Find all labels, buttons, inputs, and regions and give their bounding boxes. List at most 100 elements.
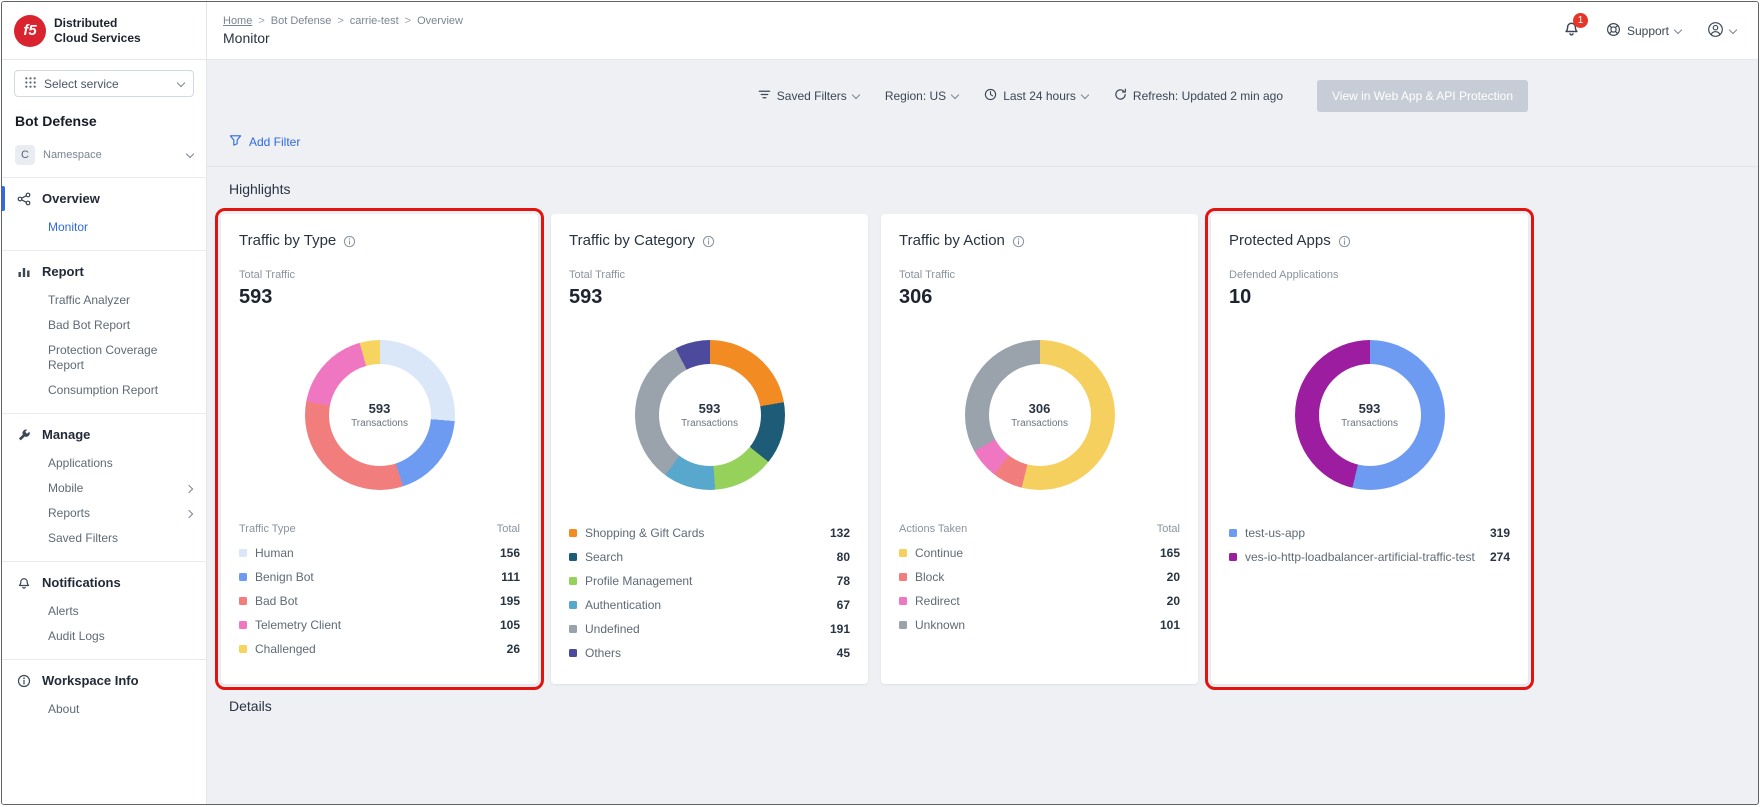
content-area: Saved Filters Region: US Last 24 hours R… — [207, 60, 1758, 804]
notifications-bell-button[interactable]: 1 — [1563, 20, 1580, 42]
sidebar-item-about[interactable]: About — [2, 697, 206, 722]
filter-lines-icon — [758, 88, 771, 104]
sidebar-item-label: Alerts — [48, 604, 192, 619]
top-header: Home>Bot Defense>carrie-test>Overview Mo… — [207, 2, 1758, 60]
legend-label: Bad Bot — [255, 594, 492, 608]
sidebar-item-label: Traffic Analyzer — [48, 293, 192, 308]
support-menu[interactable]: Support — [1606, 22, 1681, 40]
sidebar-section-label: Manage — [42, 427, 90, 442]
legend-item[interactable]: Profile Management78 — [569, 569, 850, 593]
sidebar-item-overview[interactable]: Overview — [2, 182, 206, 215]
legend-item[interactable]: Human156 — [239, 541, 520, 565]
support-label: Support — [1627, 24, 1669, 38]
legend: test-us-app319ves-io-http-loadbalancer-a… — [1229, 521, 1510, 569]
card-protected-apps: Protected AppsDefended Applications10593… — [1211, 214, 1528, 684]
legend-header: Traffic TypeTotal — [239, 521, 520, 541]
donut-center: 593Transactions — [329, 364, 431, 466]
legend-item[interactable]: test-us-app319 — [1229, 521, 1510, 545]
legend-item[interactable]: Redirect20 — [899, 589, 1180, 613]
sidebar-item-label: Mobile — [48, 481, 186, 496]
overview-icon — [16, 192, 32, 206]
info-icon[interactable] — [343, 235, 356, 248]
add-filter-button[interactable]: Add Filter — [229, 134, 300, 150]
saved-filters-dropdown[interactable]: Saved Filters — [758, 88, 859, 104]
legend-value: 191 — [830, 622, 850, 636]
sidebar-section-report: Report Traffic Analyzer Bad Bot Report Prot… — [2, 250, 206, 413]
legend-item[interactable]: ves-io-http-loadbalancer-artificial-traf… — [1229, 545, 1510, 569]
legend-item[interactable]: Unknown101 — [899, 613, 1180, 637]
donut-center-label: Transactions — [351, 418, 408, 429]
sidebar-item-consumption-report[interactable]: Consumption Report — [2, 378, 206, 403]
legend-item[interactable]: Undefined 191 — [569, 617, 850, 641]
legend-item[interactable]: Block20 — [899, 565, 1180, 589]
legend-value: 26 — [507, 642, 520, 656]
sidebar-item-report[interactable]: Report — [2, 255, 206, 288]
sidebar-item-label: Saved Filters — [48, 531, 192, 546]
legend-item[interactable]: Authentication 67 — [569, 593, 850, 617]
legend-swatch — [239, 597, 247, 605]
legend-item[interactable]: Challenged26 — [239, 637, 520, 661]
sidebar-item-label: Protection Coverage Report — [48, 343, 192, 373]
sidebar-item-manage[interactable]: Manage — [2, 418, 206, 451]
sidebar-item-notifications[interactable]: Notifications — [2, 566, 206, 599]
legend-value: 195 — [500, 594, 520, 608]
legend-label: Unknown — [915, 618, 1152, 632]
sidebar-item-audit-logs[interactable]: Audit Logs — [2, 624, 206, 649]
chevron-down-icon — [1081, 91, 1089, 99]
legend-header: Actions TakenTotal — [899, 521, 1180, 541]
user-menu[interactable] — [1707, 21, 1736, 41]
sidebar-item-label: Applications — [48, 456, 192, 471]
legend-label: Authentication — [585, 598, 829, 612]
legend-header-left: Traffic Type — [239, 523, 296, 535]
donut-chart: 593Transactions — [1295, 340, 1445, 490]
info-icon[interactable] — [702, 235, 715, 248]
breadcrumb-item[interactable]: Bot Defense — [271, 15, 332, 27]
legend-value: 67 — [837, 598, 850, 612]
view-in-waap-button[interactable]: View in Web App & API Protection — [1317, 80, 1528, 112]
legend-item[interactable]: Others45 — [569, 641, 850, 665]
sidebar-item-mobile[interactable]: Mobile — [2, 476, 206, 501]
info-icon[interactable] — [1012, 235, 1025, 248]
time-range-dropdown[interactable]: Last 24 hours — [984, 88, 1088, 104]
sidebar-item-alerts[interactable]: Alerts — [2, 599, 206, 624]
namespace-selector[interactable]: C Namespace — [2, 137, 206, 177]
sidebar-item-bad-bot-report[interactable]: Bad Bot Report — [2, 313, 206, 338]
sidebar-item-protection-coverage-report[interactable]: Protection Coverage Report — [2, 338, 206, 378]
donut-chart: 593Transactions — [305, 340, 455, 490]
chevron-down-icon — [177, 78, 185, 86]
legend-item[interactable]: Bad Bot 195 — [239, 589, 520, 613]
sidebar-section-label: Notifications — [42, 575, 121, 590]
stat-label: Total Traffic — [899, 269, 1180, 281]
legend-label: Undefined — [585, 622, 822, 636]
legend-item[interactable]: Telemetry Client105 — [239, 613, 520, 637]
sidebar-item-monitor[interactable]: Monitor — [2, 215, 206, 240]
stat-label: Total Traffic — [569, 269, 850, 281]
breadcrumb-item[interactable]: Home — [223, 15, 252, 27]
donut-center-value: 306 — [1029, 401, 1051, 416]
sidebar-item-traffic-analyzer[interactable]: Traffic Analyzer — [2, 288, 206, 313]
region-dropdown[interactable]: Region: US — [885, 89, 958, 103]
legend-item[interactable]: Benign Bot111 — [239, 565, 520, 589]
legend-label: Continue — [915, 546, 1152, 560]
sidebar-item-saved-filters[interactable]: Saved Filters — [2, 526, 206, 551]
legend-item[interactable]: Shopping & Gift Cards132 — [569, 521, 850, 545]
sidebar-item-label: About — [48, 702, 192, 717]
legend-swatch — [1229, 553, 1237, 561]
legend-swatch — [239, 621, 247, 629]
select-service-dropdown[interactable]: Select service — [14, 70, 194, 97]
namespace-badge: C — [15, 145, 35, 165]
refresh-button[interactable]: Refresh: Updated 2 min ago — [1114, 88, 1283, 104]
legend-item[interactable]: Continue165 — [899, 541, 1180, 565]
select-service-label: Select service — [44, 77, 171, 91]
card-title: Traffic by Type — [239, 232, 336, 249]
sidebar-item-applications[interactable]: Applications — [2, 451, 206, 476]
sidebar-item-reports[interactable]: Reports — [2, 501, 206, 526]
info-icon[interactable] — [1338, 235, 1351, 248]
legend-swatch — [569, 529, 577, 537]
legend-swatch — [899, 573, 907, 581]
breadcrumb-item[interactable]: carrie-test — [350, 15, 399, 27]
legend-item[interactable]: Search80 — [569, 545, 850, 569]
legend-value: 45 — [837, 646, 850, 660]
legend-value: 105 — [500, 618, 520, 632]
sidebar-item-workspace-info[interactable]: Workspace Info — [2, 664, 206, 697]
